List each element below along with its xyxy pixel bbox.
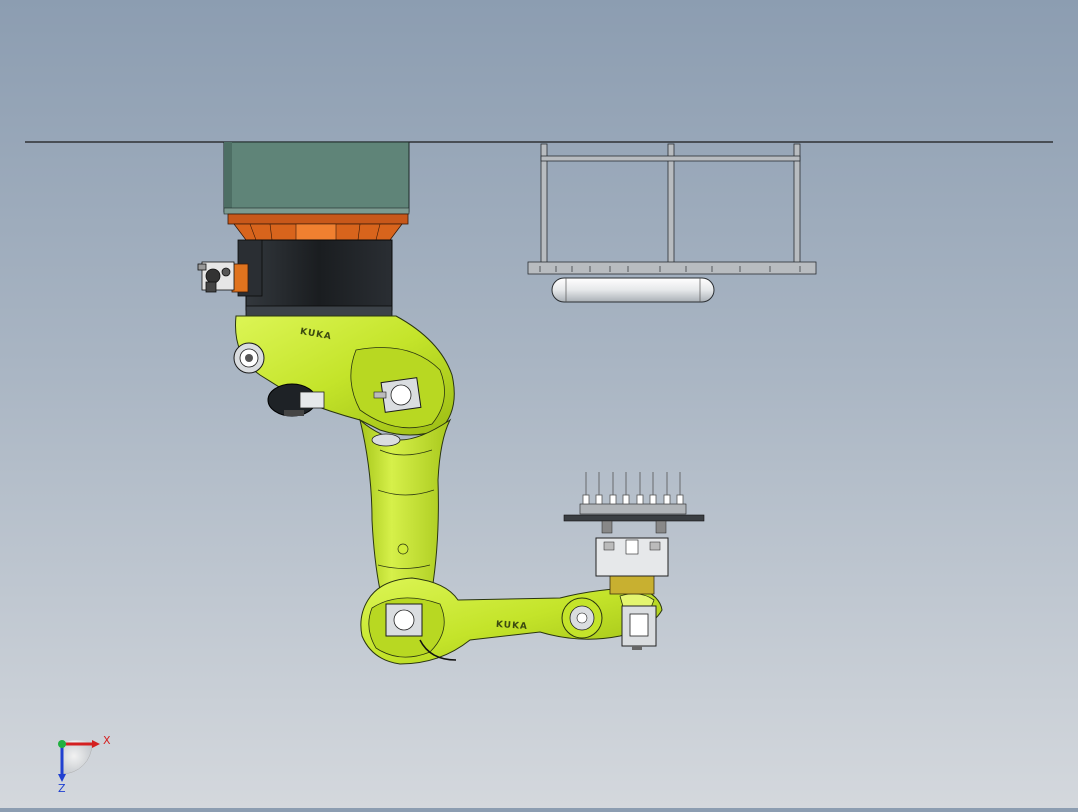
a1-motor-housing[interactable] <box>231 239 393 317</box>
x-axis-label: X <box>103 734 111 747</box>
robot-carousel[interactable]: KUKA <box>233 315 455 436</box>
gripper-assembly[interactable] <box>563 503 705 577</box>
coordinate-triad[interactable]: X Z <box>58 734 111 795</box>
gripper-pin-row <box>582 472 684 505</box>
z-axis-label: Z <box>58 782 66 795</box>
cad-scene: KUKA KUKA X Z <box>25 141 1053 795</box>
base-flange[interactable] <box>227 213 409 241</box>
pneumatic-tank[interactable] <box>551 277 715 303</box>
robot-lower-arm[interactable] <box>359 418 452 591</box>
cad-viewport[interactable]: KUKA KUKA X Z <box>0 0 1078 808</box>
cable-connector-cluster[interactable] <box>197 261 235 293</box>
robot-mount-block[interactable] <box>223 141 410 215</box>
overhead-frame[interactable] <box>527 143 817 275</box>
y-axis-dot <box>58 740 66 748</box>
